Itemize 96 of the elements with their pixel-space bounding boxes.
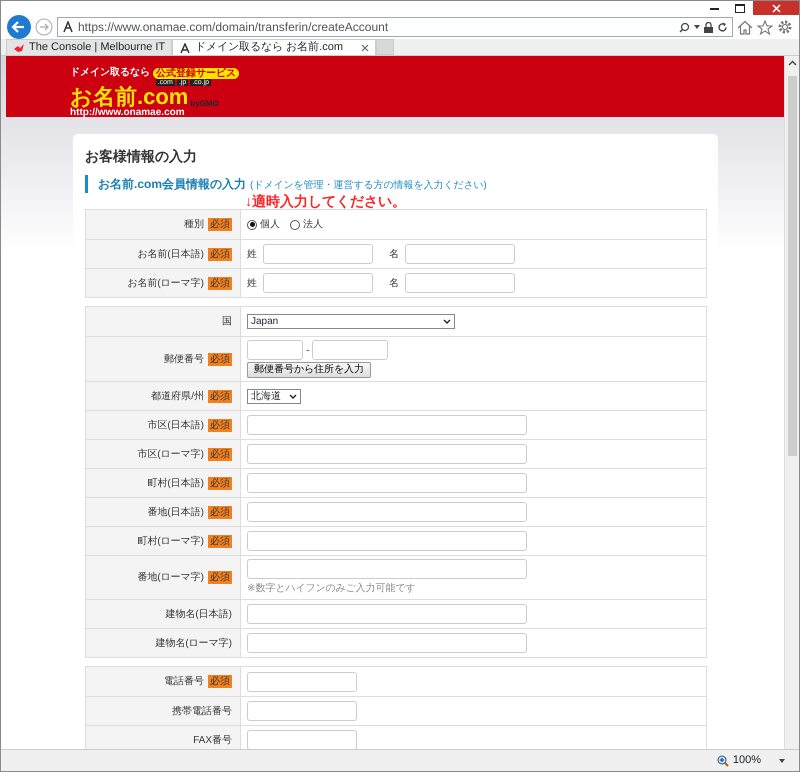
select-dropdown[interactable]: 北海道 (247, 388, 301, 404)
input-field[interactable] (247, 701, 357, 721)
field-label: 都道府県/州 (151, 390, 204, 404)
bird-icon (13, 42, 25, 52)
required-badge: 必須 (208, 506, 232, 518)
field-label: 電話番号 (164, 674, 204, 689)
search-icon[interactable] (679, 22, 690, 32)
input-field[interactable] (247, 604, 527, 624)
section-note: (ドメインを管理・運営する方の情報を入力ください) (250, 178, 487, 193)
name-part-label: 姓 (247, 248, 257, 262)
browser-tab[interactable]: The Console | Melbourne IT (6, 39, 172, 55)
input-field[interactable] (247, 672, 357, 692)
input-field[interactable] (247, 531, 527, 551)
home-icon[interactable] (737, 20, 753, 34)
input-field[interactable] (247, 473, 527, 493)
input-field[interactable] (405, 273, 515, 293)
settings-icon[interactable] (777, 19, 793, 35)
back-button-icon[interactable] (7, 15, 31, 39)
name-part-label: 姓 (247, 276, 257, 290)
separator-text: - (306, 344, 310, 358)
lock-icon[interactable] (704, 22, 713, 32)
radio-label: 法人 (303, 218, 323, 232)
required-badge: 必須 (208, 571, 232, 584)
address-lookup-button[interactable]: 郵便番号から住所を入力 (247, 362, 371, 378)
input-field[interactable] (247, 340, 303, 360)
field-label: 番地(ローマ字) (137, 570, 204, 585)
hint-text: ※数字とハイフンのみご入力可能です (247, 582, 416, 596)
maximize-icon[interactable] (735, 4, 745, 12)
address-url[interactable]: https://www.onamae.com/domain/transferin/createAccount (78, 18, 675, 36)
chevron-down-icon[interactable] (443, 319, 451, 324)
input-field[interactable] (405, 244, 515, 264)
field-label: お名前(ローマ字) (127, 276, 204, 290)
input-field[interactable] (263, 244, 373, 264)
name-part-label: 名 (389, 276, 399, 290)
required-badge: 必須 (208, 476, 232, 490)
refresh-icon[interactable] (717, 22, 728, 32)
page-title: お客様情報の入力 (85, 147, 198, 166)
site-favicon-icon (179, 42, 192, 52)
field-label: 町村(ローマ字) (137, 534, 204, 548)
dropdown-caret-icon[interactable] (694, 25, 700, 29)
required-badge: 必須 (208, 390, 232, 402)
radio-button[interactable] (247, 220, 257, 230)
field-label: 番地(日本語) (147, 506, 204, 520)
forward-button-icon[interactable] (35, 18, 53, 36)
field-label: 市区(ローマ字) (137, 448, 204, 462)
field-label: 建物名(日本語) (165, 608, 232, 622)
radio-button[interactable] (290, 220, 300, 230)
select-dropdown[interactable]: Japan (247, 314, 455, 329)
input-field[interactable] (263, 273, 373, 293)
star-icon[interactable] (757, 20, 773, 34)
input-field[interactable] (247, 730, 357, 749)
logo-by: byGMO (190, 100, 219, 108)
required-badge: 必須 (208, 276, 232, 290)
required-badge: 必須 (208, 534, 232, 548)
close-icon[interactable] (772, 4, 780, 12)
field-label: 種別 (184, 218, 204, 232)
zoom-level[interactable]: 100% (732, 752, 761, 769)
logo-name: お名前.com (70, 86, 188, 108)
input-field[interactable] (247, 559, 527, 579)
logo-tagline: ドメイン取るなら (70, 68, 150, 78)
field-label: 市区(日本語) (147, 418, 204, 432)
required-badge: 必須 (208, 418, 232, 432)
input-field[interactable] (247, 633, 527, 653)
dropdown-caret-icon[interactable] (779, 758, 785, 762)
zoom-icon[interactable] (716, 754, 729, 766)
annotation-text: ↓適時入力してください。 (245, 193, 407, 209)
required-badge: 必須 (208, 352, 232, 366)
field-label: 国 (222, 315, 232, 329)
required-badge: 必須 (208, 448, 232, 460)
address-bar[interactable]: https://www.onamae.com/domain/transferin/createAccount (57, 17, 733, 37)
input-field[interactable] (247, 415, 527, 435)
logo-badge: 公式登録サービス (153, 68, 239, 78)
field-label: 郵便番号 (164, 352, 204, 366)
field-label: お名前(日本語) (137, 248, 204, 262)
chevron-down-icon[interactable] (289, 394, 297, 398)
field-label: 携帯電話番号 (172, 704, 232, 718)
site-favicon-icon (62, 21, 74, 33)
field-label: 町村(日本語) (147, 476, 204, 490)
input-field[interactable] (247, 502, 527, 522)
close-tab-icon[interactable] (361, 44, 370, 52)
scroll-up-icon[interactable] (788, 60, 796, 66)
field-label: 建物名(ローマ字) (155, 636, 232, 650)
input-field[interactable] (312, 340, 388, 360)
required-badge: 必須 (208, 248, 232, 260)
required-badge: 必須 (208, 218, 232, 231)
close-button[interactable] (753, 1, 799, 15)
logo-url: http://www.onamae.com (70, 108, 186, 118)
minimize-icon[interactable] (710, 6, 718, 10)
field-label: FAX番号 (193, 734, 232, 748)
radio-label: 個人 (260, 218, 280, 232)
browser-tab[interactable]: ドメイン取るなら お名前.com (172, 39, 376, 55)
name-part-label: 名 (389, 248, 399, 262)
section-heading: お名前.com会員情報の入力 (98, 176, 246, 193)
required-badge: 必須 (208, 675, 232, 688)
scrollbar[interactable] (784, 56, 799, 749)
input-field[interactable] (247, 444, 527, 464)
